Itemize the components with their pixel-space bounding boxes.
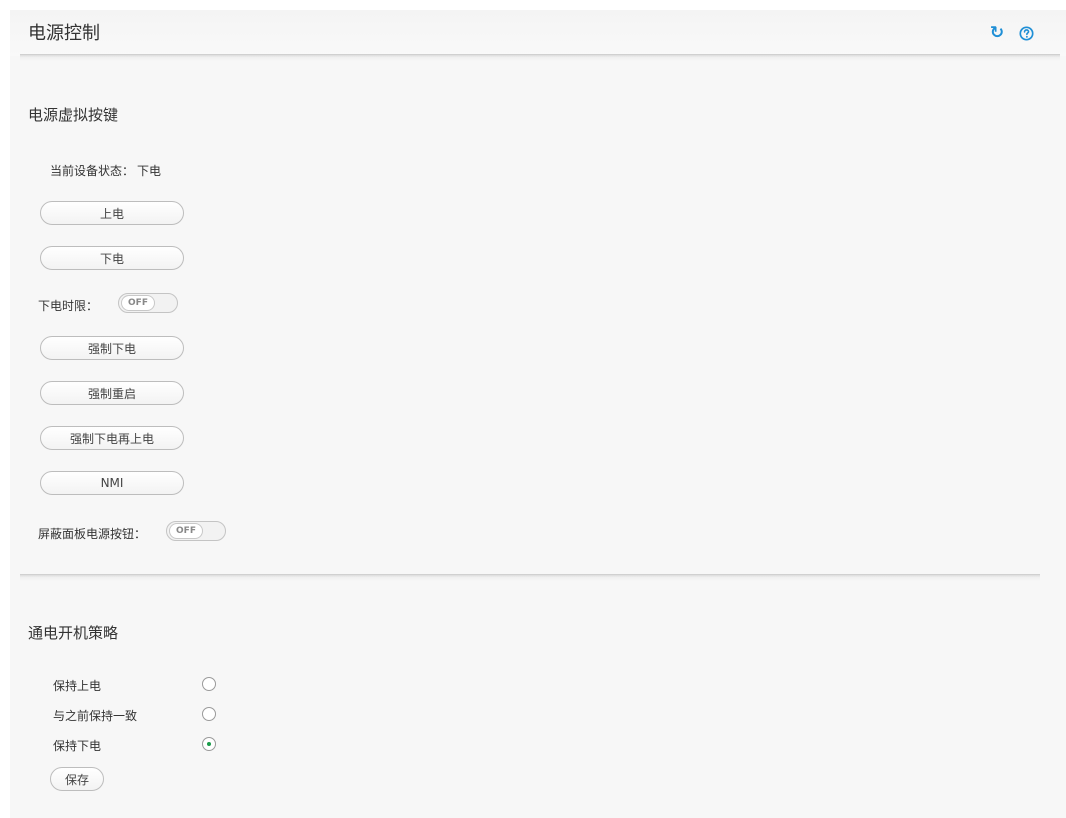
block-panel-power-button-toggle[interactable]: OFF	[166, 521, 226, 541]
save-button[interactable]: 保存	[50, 767, 104, 791]
section-title-power-keys: 电源虚拟按键	[28, 106, 119, 124]
policy-option-label: 与之前保持一致	[53, 709, 138, 723]
section-title-power-on-policy: 通电开机策略	[28, 624, 119, 642]
power-control-panel: 电源控制 ↻ 电源虚拟按键 当前设备状态： 下电 上电 下电 下电时限： OFF…	[10, 10, 1066, 818]
power-off-button[interactable]: 下电	[40, 246, 184, 270]
radio-restore-previous[interactable]	[202, 707, 216, 721]
page-title: 电源控制	[28, 23, 100, 44]
power-off-timeout-label: 下电时限：	[38, 299, 99, 313]
device-status-label: 当前设备状态：	[50, 164, 135, 178]
toggle-state-text: OFF	[121, 295, 155, 311]
force-restart-button[interactable]: 强制重启	[40, 381, 184, 405]
power-on-button[interactable]: 上电	[40, 201, 184, 225]
page-header: 电源控制 ↻	[10, 10, 1066, 56]
section-divider	[20, 574, 1040, 581]
toggle-state-text: OFF	[169, 523, 203, 539]
nmi-button[interactable]: NMI	[40, 471, 184, 495]
refresh-icon[interactable]: ↻	[989, 23, 1005, 43]
power-off-timeout-toggle[interactable]: OFF	[118, 293, 178, 313]
policy-option-label: 保持下电	[53, 739, 102, 753]
help-icon[interactable]	[1018, 25, 1034, 41]
radio-keep-power-off[interactable]	[202, 737, 216, 751]
block-panel-power-button-label: 屏蔽面板电源按钮：	[38, 527, 147, 541]
force-power-off-button[interactable]: 强制下电	[40, 336, 184, 360]
radio-keep-power-on[interactable]	[202, 677, 216, 691]
device-status-value: 下电	[137, 164, 162, 178]
section-divider	[20, 54, 1060, 61]
policy-option-label: 保持上电	[53, 679, 102, 693]
force-power-cycle-button[interactable]: 强制下电再上电	[40, 426, 184, 450]
